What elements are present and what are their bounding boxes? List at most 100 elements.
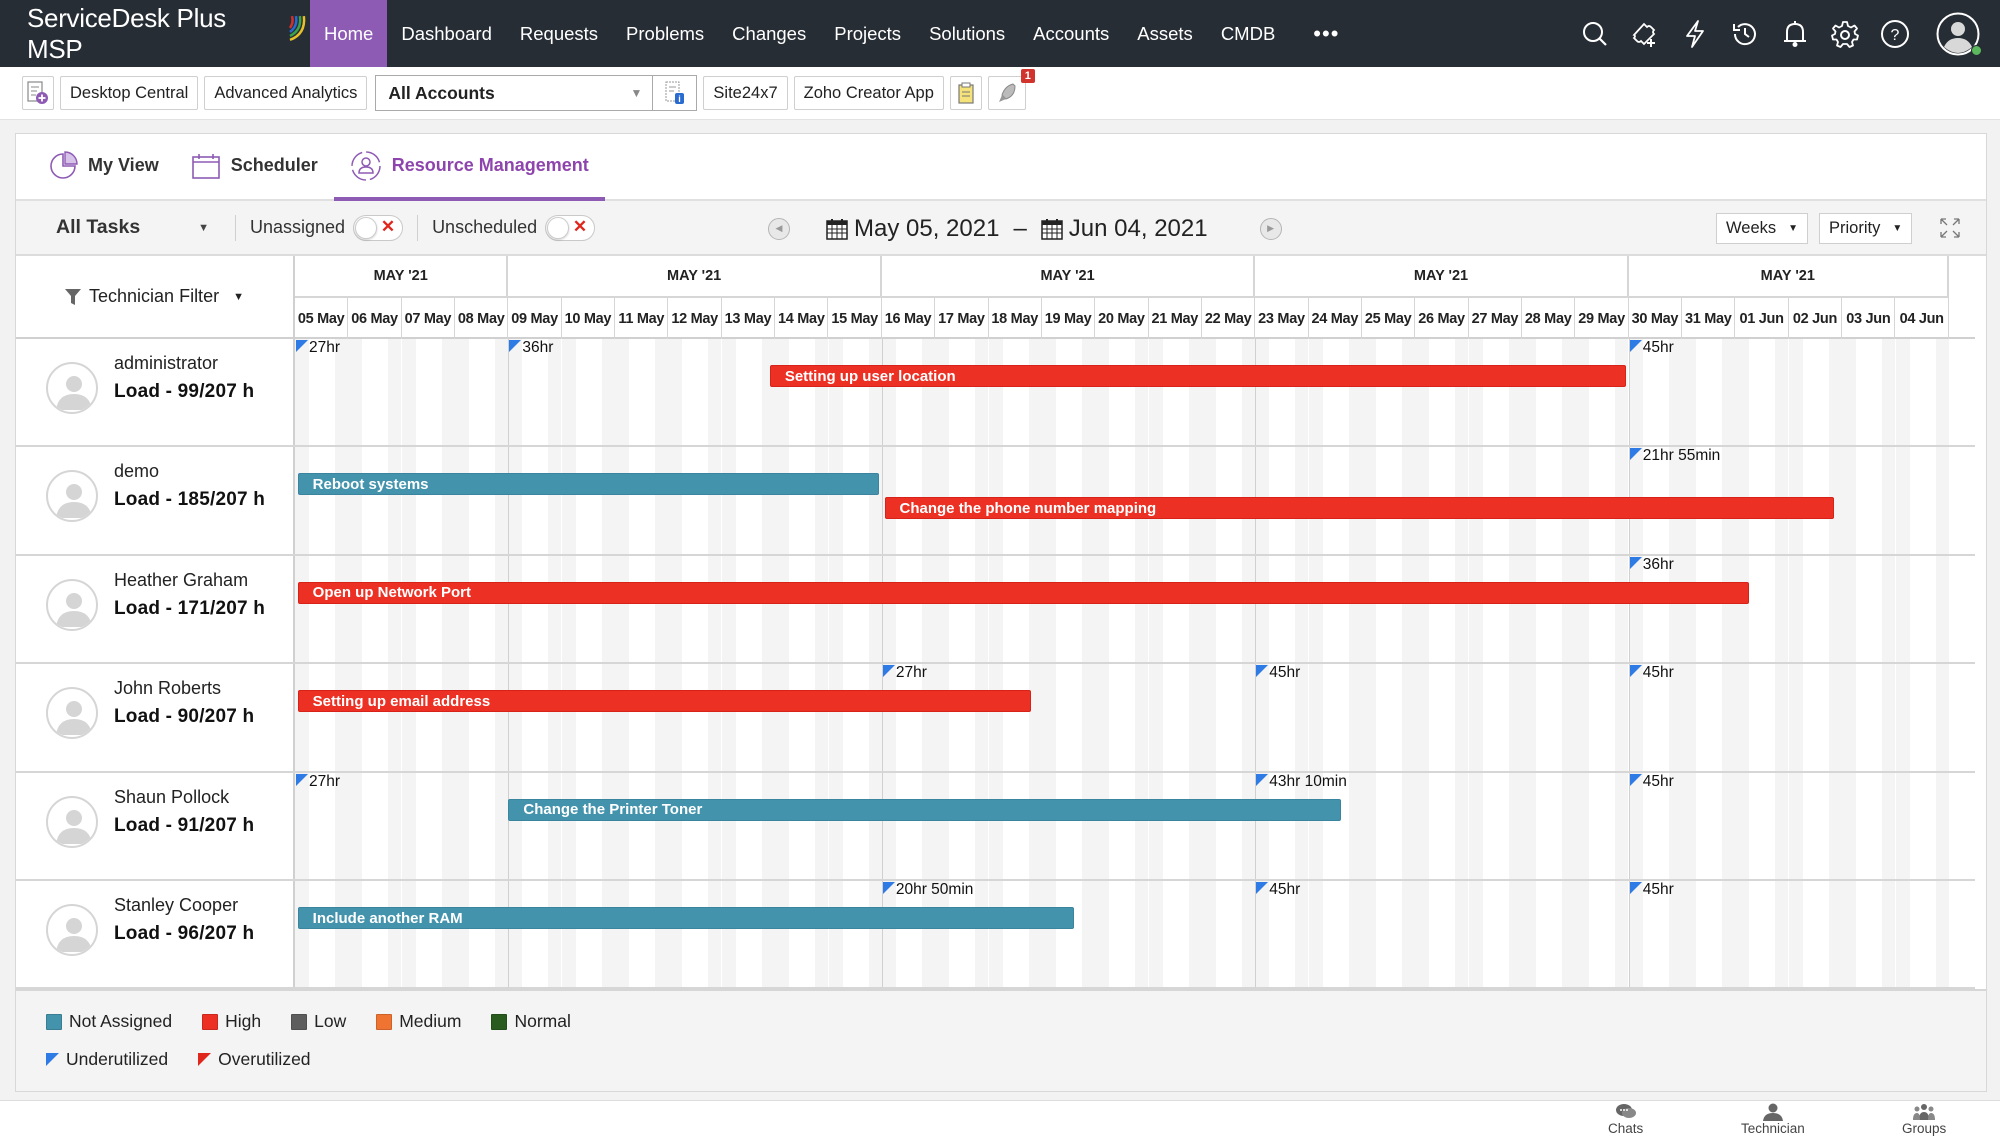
non-working-stripe xyxy=(708,339,722,446)
task-bar[interactable]: Setting up email address xyxy=(297,690,1032,713)
underutilized-marker[interactable]: 43hr 10min xyxy=(1256,773,1347,791)
technician-button[interactable]: Technician xyxy=(1741,1103,1805,1136)
desktop-central-button[interactable]: Desktop Central xyxy=(60,76,199,110)
nav-solutions[interactable]: Solutions xyxy=(915,0,1019,67)
non-working-stripe xyxy=(1362,881,1376,988)
task-bar[interactable]: Include another RAM xyxy=(297,907,1074,929)
account-select[interactable]: All Accounts ▼ xyxy=(375,75,654,111)
non-working-stripe xyxy=(1348,555,1362,663)
technician-load: Load - 90/207 h xyxy=(114,706,255,728)
day-header: 31 May xyxy=(1682,298,1736,339)
nav-problems[interactable]: Problems xyxy=(612,0,718,67)
user-avatar[interactable] xyxy=(1936,12,1982,56)
previous-period-button[interactable]: ◀ xyxy=(768,217,790,240)
tab-resource-management[interactable]: Resource Management xyxy=(333,132,605,201)
non-working-stripe xyxy=(441,555,455,663)
group-by-select[interactable]: Priority ▼ xyxy=(1819,213,1913,244)
non-working-stripe xyxy=(1828,664,1842,771)
nav-accounts[interactable]: Accounts xyxy=(1019,0,1123,67)
fullscreen-icon[interactable] xyxy=(1938,216,1962,240)
underutilized-marker[interactable]: 27hr xyxy=(882,664,927,682)
underutilized-marker[interactable]: 36hr xyxy=(1629,556,1674,574)
technician-cell[interactable]: Heather Graham Load - 171/207 h xyxy=(16,555,295,663)
day-header: 05 May xyxy=(295,298,349,339)
underutilized-marker[interactable]: 45hr xyxy=(1629,339,1674,357)
task-bar[interactable]: Change the Printer Toner xyxy=(508,798,1341,821)
utilization-flag-icon xyxy=(1629,556,1642,569)
technician-cell[interactable]: Stanley Cooper Load - 96/207 h xyxy=(16,881,295,988)
underutilized-marker[interactable]: 45hr xyxy=(1256,881,1300,899)
technician-cell[interactable]: Shaun Pollock Load - 91/207 h xyxy=(16,772,295,879)
nav-more-button[interactable]: ••• xyxy=(1289,0,1363,67)
non-working-stripe xyxy=(295,664,309,771)
non-working-stripe xyxy=(935,339,950,446)
non-working-stripe xyxy=(975,881,989,988)
technician-cell[interactable]: administrator Load - 99/207 h xyxy=(16,339,295,446)
advanced-analytics-button[interactable]: Advanced Analytics xyxy=(204,76,368,110)
technician-filter-dropdown[interactable]: Technician Filter ▼ xyxy=(16,256,295,339)
lightning-icon[interactable] xyxy=(1680,19,1710,49)
week-header: MAY '21 xyxy=(881,256,1256,298)
nav-assets[interactable]: Assets xyxy=(1123,0,1207,67)
bell-icon[interactable] xyxy=(1780,19,1810,49)
chats-button[interactable]: Chats xyxy=(1608,1103,1643,1136)
account-info-button[interactable]: i xyxy=(653,75,698,111)
apps-toolbar: Desktop Central Advanced Analytics All A… xyxy=(0,67,2000,120)
non-working-stripe xyxy=(668,772,683,879)
end-date-picker[interactable]: Jun 04, 2021 xyxy=(1041,215,1208,243)
non-working-stripe xyxy=(761,881,775,988)
start-date-picker[interactable]: May 05, 2021 xyxy=(826,215,999,243)
non-working-stripe xyxy=(1095,555,1110,663)
technician-cell[interactable]: demo Load - 185/207 h xyxy=(16,447,295,554)
brand-logo[interactable]: ServiceDesk Plus MSP xyxy=(0,0,310,67)
next-period-button[interactable]: ▶ xyxy=(1259,217,1282,240)
unscheduled-toggle[interactable]: ✕ xyxy=(545,214,596,241)
nav-projects[interactable]: Projects xyxy=(820,0,915,67)
underutilized-marker[interactable]: 45hr xyxy=(1629,881,1674,899)
week-divider xyxy=(508,881,510,988)
nav-home[interactable]: Home xyxy=(310,0,388,67)
underutilized-marker[interactable]: 45hr xyxy=(1629,773,1674,791)
underutilized-marker[interactable]: 27hr xyxy=(296,339,340,357)
search-icon[interactable] xyxy=(1580,19,1610,49)
unassigned-toggle[interactable]: ✕ xyxy=(353,214,404,241)
underutilized-marker[interactable]: 36hr xyxy=(509,339,553,357)
non-working-stripe xyxy=(1201,881,1216,988)
view-mode-select[interactable]: Weeks ▼ xyxy=(1716,213,1809,244)
technician-cell[interactable]: John Roberts Load - 90/207 h xyxy=(16,664,295,771)
nav-requests[interactable]: Requests xyxy=(506,0,612,67)
week-header: MAY '21 xyxy=(295,256,509,298)
underutilized-marker[interactable]: 45hr xyxy=(1256,664,1300,682)
utilization-flag-icon xyxy=(1629,882,1642,894)
history-icon[interactable] xyxy=(1730,19,1760,49)
nav-changes[interactable]: Changes xyxy=(718,0,820,67)
tab-my-view[interactable]: My View xyxy=(32,132,175,199)
underutilized-marker[interactable]: 21hr 55min xyxy=(1629,447,1720,465)
tab-scheduler[interactable]: Scheduler xyxy=(175,132,334,199)
underutilized-marker[interactable]: 45hr xyxy=(1629,664,1674,682)
task-bar[interactable]: Reboot systems xyxy=(297,473,880,496)
task-filter-dropdown[interactable]: All Tasks ▼ xyxy=(16,216,221,239)
non-working-stripe xyxy=(1522,555,1537,663)
notes-button[interactable] xyxy=(949,76,982,110)
underutilized-marker[interactable]: 20hr 50min xyxy=(882,881,973,899)
task-bar[interactable]: Open up Network Port xyxy=(297,581,1749,604)
site24x7-button[interactable]: Site24x7 xyxy=(703,76,788,110)
announcements-button[interactable]: 1 xyxy=(987,69,1035,110)
non-working-stripe xyxy=(975,339,989,446)
task-bar[interactable]: Setting up user location xyxy=(769,365,1627,387)
groups-button[interactable]: Groups xyxy=(1902,1103,1946,1136)
add-ticket-icon[interactable] xyxy=(1630,19,1660,49)
gear-icon[interactable] xyxy=(1830,19,1860,49)
non-working-stripe xyxy=(388,664,402,771)
underutilized-marker[interactable]: 27hr xyxy=(296,773,340,791)
legend-item: Normal xyxy=(491,1011,571,1032)
help-icon[interactable]: ? xyxy=(1880,19,1910,49)
non-working-stripe xyxy=(1415,881,1430,988)
new-request-button[interactable] xyxy=(22,76,54,110)
zoho-creator-app-button[interactable]: Zoho Creator App xyxy=(793,76,944,110)
task-bar[interactable]: Change the phone number mapping xyxy=(884,497,1835,520)
nav-dashboard[interactable]: Dashboard xyxy=(387,0,506,67)
technician-load: Load - 91/207 h xyxy=(114,814,255,836)
nav-cmdb[interactable]: CMDB xyxy=(1207,0,1289,67)
